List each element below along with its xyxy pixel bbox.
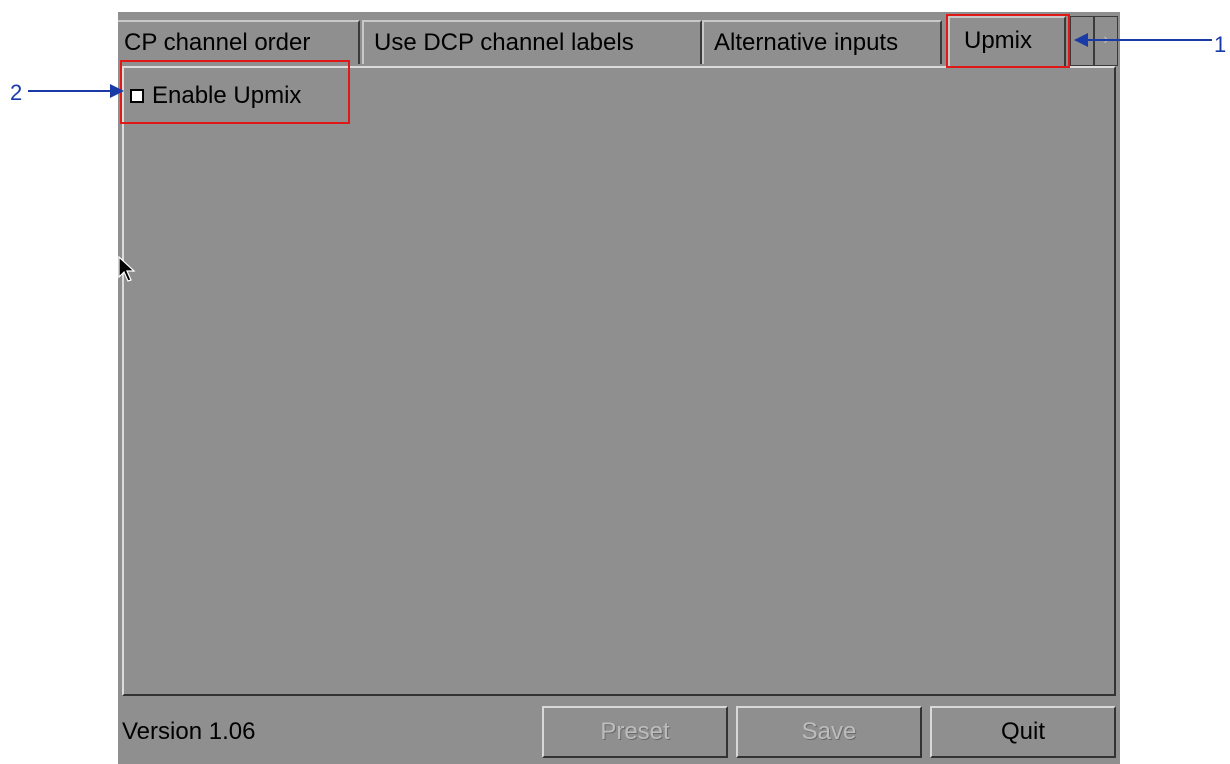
quit-button[interactable]: Quit — [930, 706, 1116, 758]
annotation-number-2: 2 — [10, 80, 23, 105]
tab-dcp-channel-order[interactable]: CP channel order — [118, 20, 360, 64]
highlight-enable-upmix — [120, 60, 350, 124]
preset-button[interactable]: Preset — [542, 706, 728, 758]
version-label: Version 1.06 — [122, 718, 256, 745]
upmix-panel: Enable Upmix — [122, 66, 1116, 696]
highlight-upmix-tab — [946, 14, 1070, 68]
app-window: CP channel order Use DCP channel labels … — [118, 12, 1120, 764]
annotation-arrow-1 — [1074, 33, 1212, 47]
annotation-arrow-2 — [28, 84, 124, 98]
annotation-number-1: 1 — [1214, 32, 1227, 57]
tab-alternative-inputs[interactable]: Alternative inputs — [702, 20, 942, 64]
mouse-cursor-icon — [118, 256, 136, 282]
tab-use-dcp-channel-labels[interactable]: Use DCP channel labels — [362, 20, 702, 64]
save-button[interactable]: Save — [736, 706, 922, 758]
